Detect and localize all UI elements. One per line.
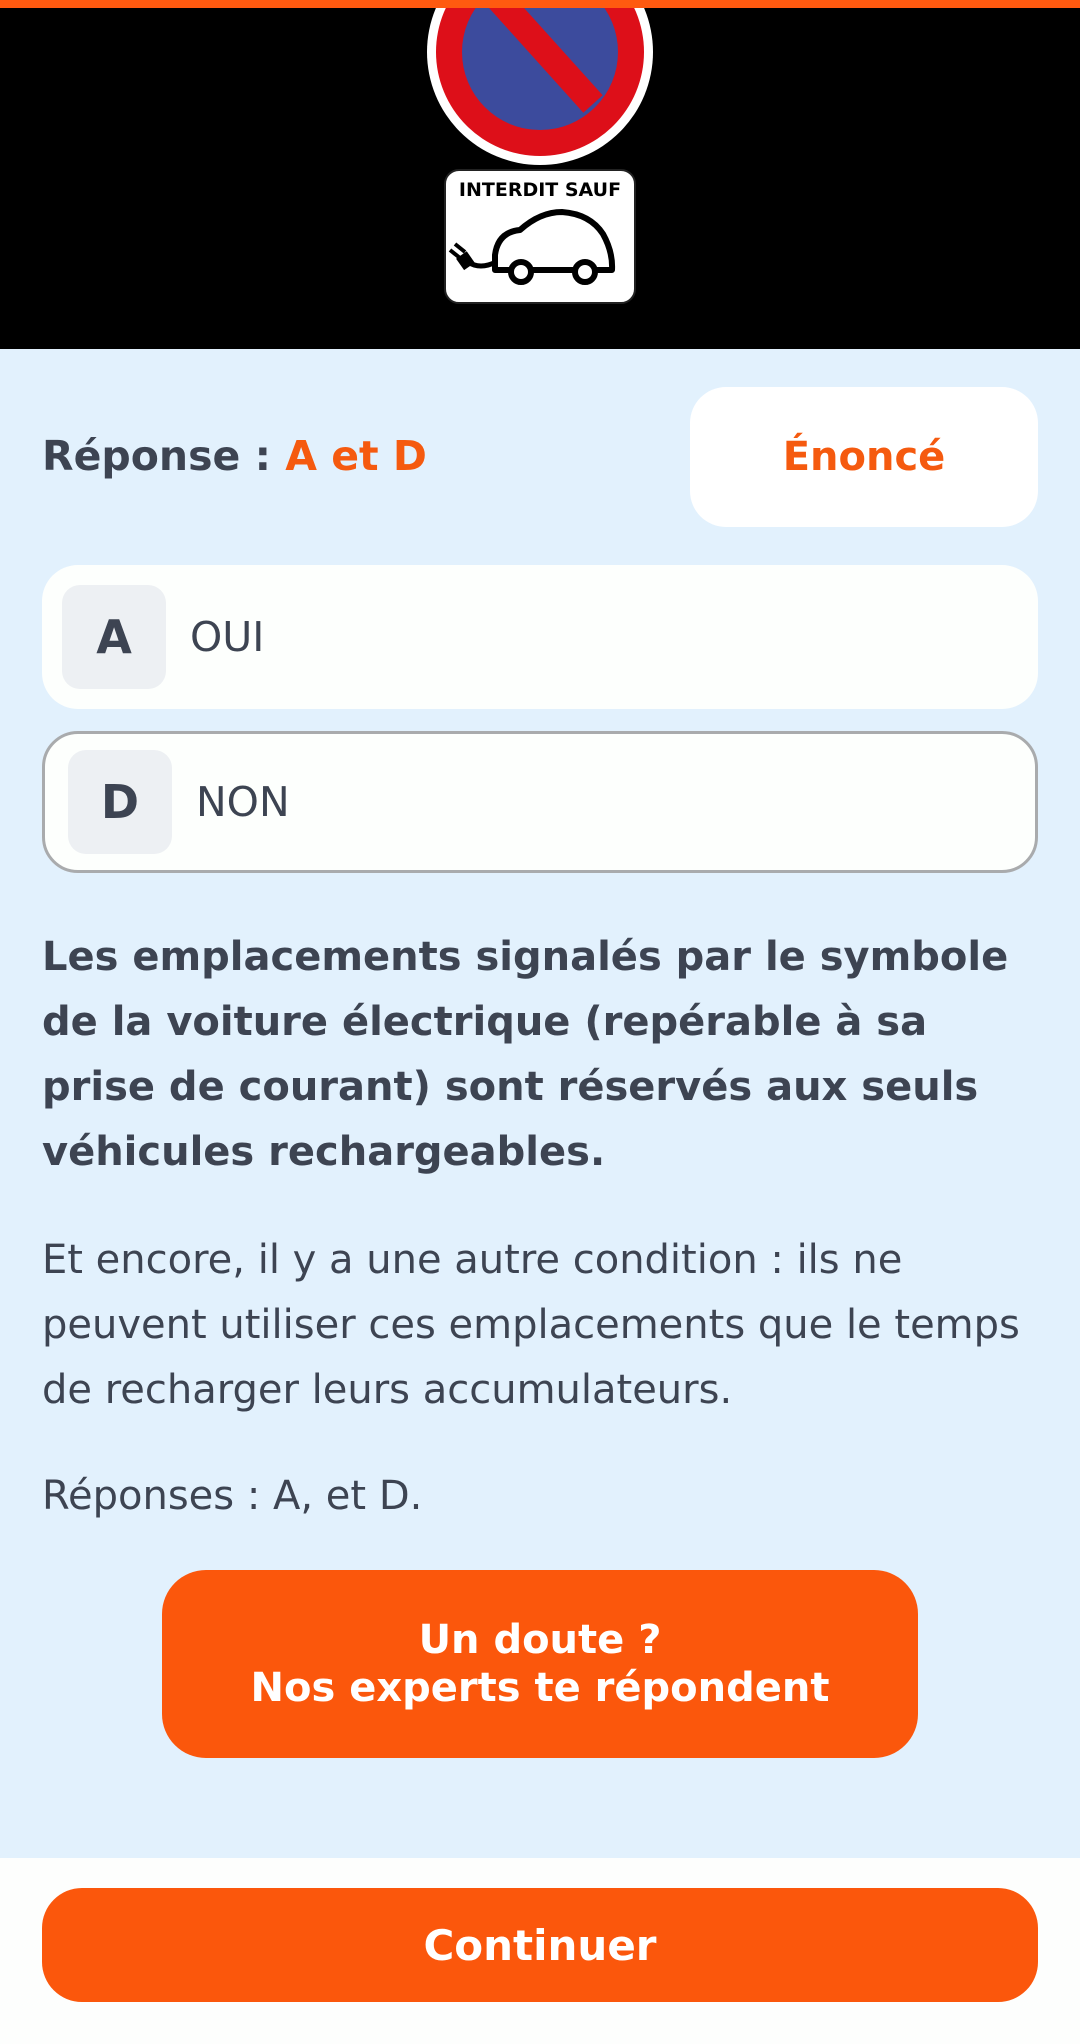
choice-d[interactable]: D NON (42, 731, 1038, 873)
choice-text: NON (196, 778, 290, 826)
enonce-button[interactable]: Énoncé (690, 387, 1038, 527)
answers-summary: Réponses : A, et D. (42, 1473, 423, 1519)
ask-expert-line-1: Un doute ? (418, 1617, 662, 1663)
answer-row: Réponse : A et D Énoncé (42, 387, 1038, 527)
top-accent-bar (0, 0, 1080, 8)
ask-expert-button[interactable]: Un doute ? Nos experts te répondent (162, 1570, 918, 1758)
sign-panel-text: INTERDIT SAUF (459, 179, 621, 201)
correct-answer-label: Réponse : A et D (42, 431, 427, 481)
footer-bar: Continuer (0, 1858, 1080, 2044)
answer-prefix: Réponse : (42, 432, 286, 480)
explanation-detail: Et encore, il y a une autre condition : … (42, 1237, 1020, 1413)
continue-button[interactable]: Continuer (42, 1888, 1038, 2002)
electric-car-icon: INTERDIT SAUF (444, 169, 636, 304)
choice-a[interactable]: A OUI (42, 565, 1038, 709)
choice-letter: A (62, 585, 166, 689)
road-sign-illustration: INTERDIT SAUF (0, 0, 1080, 349)
choice-text: OUI (190, 613, 265, 661)
answer-value: A et D (285, 432, 427, 480)
ask-expert-line-2: Nos experts te répondent (250, 1665, 830, 1711)
explanation-text: Les emplacements signalés par le symbole… (42, 934, 1009, 1175)
choice-letter: D (68, 750, 172, 854)
question-image: INTERDIT SAUF (0, 0, 1080, 349)
